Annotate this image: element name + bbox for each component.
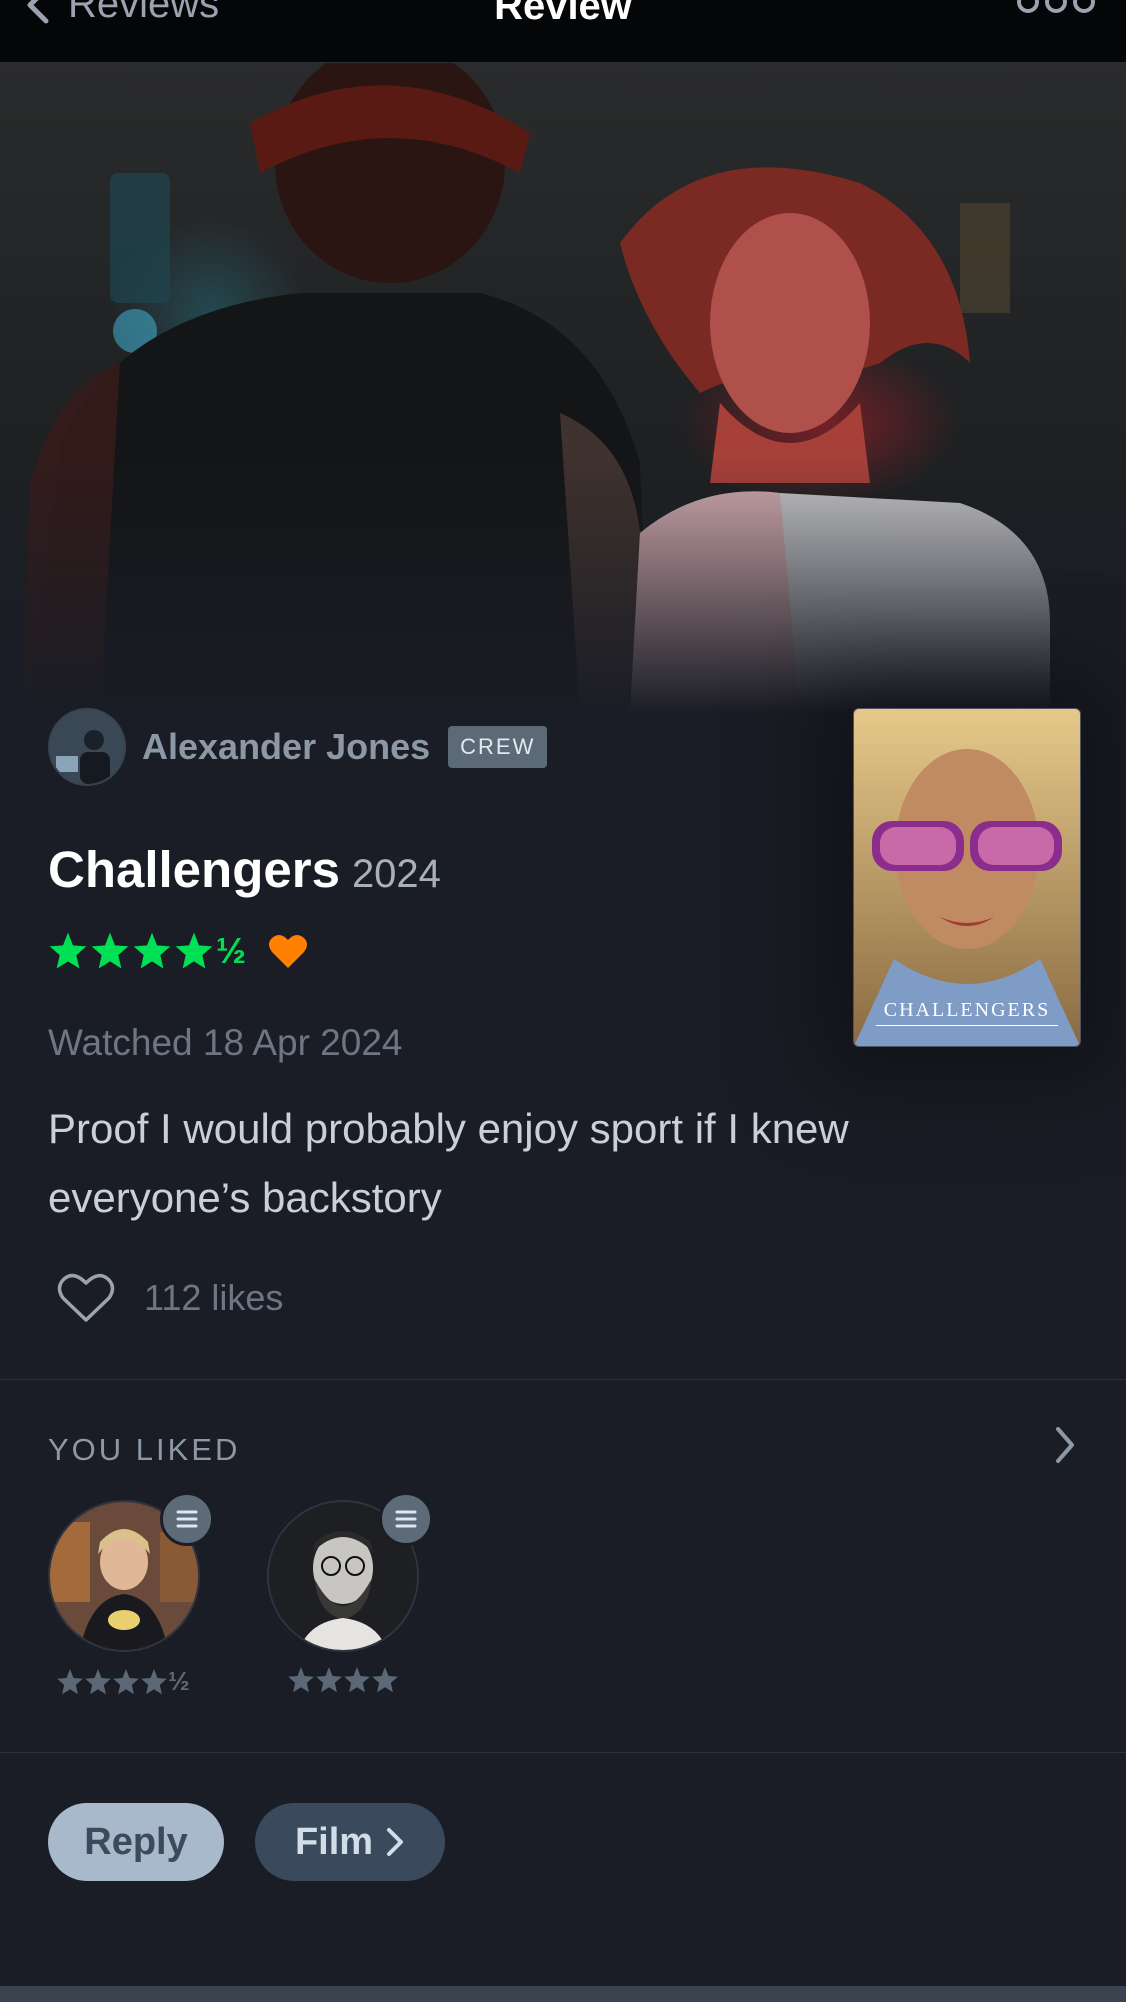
list-icon bbox=[379, 1492, 433, 1546]
friend-rating bbox=[287, 1666, 399, 1694]
friend-rating: ½ bbox=[56, 1666, 190, 1697]
divider bbox=[0, 1752, 1126, 1753]
poster-title: CHALLENGERS bbox=[883, 999, 1051, 1021]
author-name[interactable]: Alexander Jones bbox=[142, 726, 430, 768]
heart-icon[interactable] bbox=[56, 1272, 116, 1324]
bottom-tab-bar-edge bbox=[0, 1986, 1126, 2002]
star-icon bbox=[133, 932, 171, 969]
star-icon bbox=[49, 932, 87, 969]
film-button-label: Film bbox=[294, 1820, 374, 1863]
film-backdrop-image bbox=[0, 63, 1126, 713]
star-icon bbox=[141, 1668, 167, 1694]
star-icon bbox=[91, 932, 129, 969]
review-text: Proof I would probably enjoy sport if I … bbox=[48, 1105, 849, 1221]
watched-date: Watched 18 Apr 2024 bbox=[48, 1022, 403, 1063]
more-button[interactable] bbox=[1016, 0, 1096, 25]
crew-badge: CREW bbox=[448, 726, 548, 768]
page-title: Review bbox=[494, 0, 632, 28]
film-year[interactable]: 2024 bbox=[352, 852, 441, 897]
star-icon bbox=[113, 1668, 139, 1694]
chevron-right-icon[interactable] bbox=[1052, 1425, 1078, 1465]
poster-title-underline bbox=[876, 1025, 1058, 1026]
star-icon bbox=[57, 1668, 83, 1694]
likes-count[interactable]: 112 likes bbox=[144, 1277, 283, 1319]
film-button[interactable]: Film bbox=[255, 1803, 445, 1881]
half-star-icon: ½ bbox=[168, 1666, 190, 1696]
star-icon bbox=[85, 1668, 111, 1694]
author-avatar[interactable] bbox=[48, 708, 126, 786]
star-icon bbox=[316, 1667, 342, 1693]
star-icon bbox=[344, 1667, 370, 1693]
star-icon bbox=[175, 932, 213, 969]
film-heading: Challengers 2024 bbox=[48, 840, 441, 899]
star-rating bbox=[48, 931, 214, 971]
review-rating: ½ bbox=[48, 930, 308, 972]
star-icon bbox=[288, 1667, 314, 1693]
reply-button[interactable]: Reply bbox=[48, 1803, 224, 1881]
backdrop-fade bbox=[0, 453, 1126, 713]
liked-heart-icon bbox=[269, 934, 308, 968]
you-liked-heading: YOU LIKED bbox=[48, 1432, 241, 1467]
review-author[interactable]: Alexander Jones CREW bbox=[48, 708, 548, 786]
chevron-right-icon bbox=[387, 1828, 404, 1856]
star-icon bbox=[372, 1667, 398, 1693]
list-icon bbox=[160, 1492, 214, 1546]
more-dots-icon bbox=[1017, 0, 1095, 13]
half-star-icon: ½ bbox=[216, 930, 247, 971]
divider bbox=[0, 1379, 1126, 1380]
likes-row[interactable]: 112 likes bbox=[56, 1272, 283, 1324]
film-poster[interactable]: CHALLENGERS bbox=[853, 708, 1081, 1047]
top-nav-bar: Reviews Review bbox=[0, 0, 1126, 63]
film-title[interactable]: Challengers bbox=[48, 840, 340, 899]
